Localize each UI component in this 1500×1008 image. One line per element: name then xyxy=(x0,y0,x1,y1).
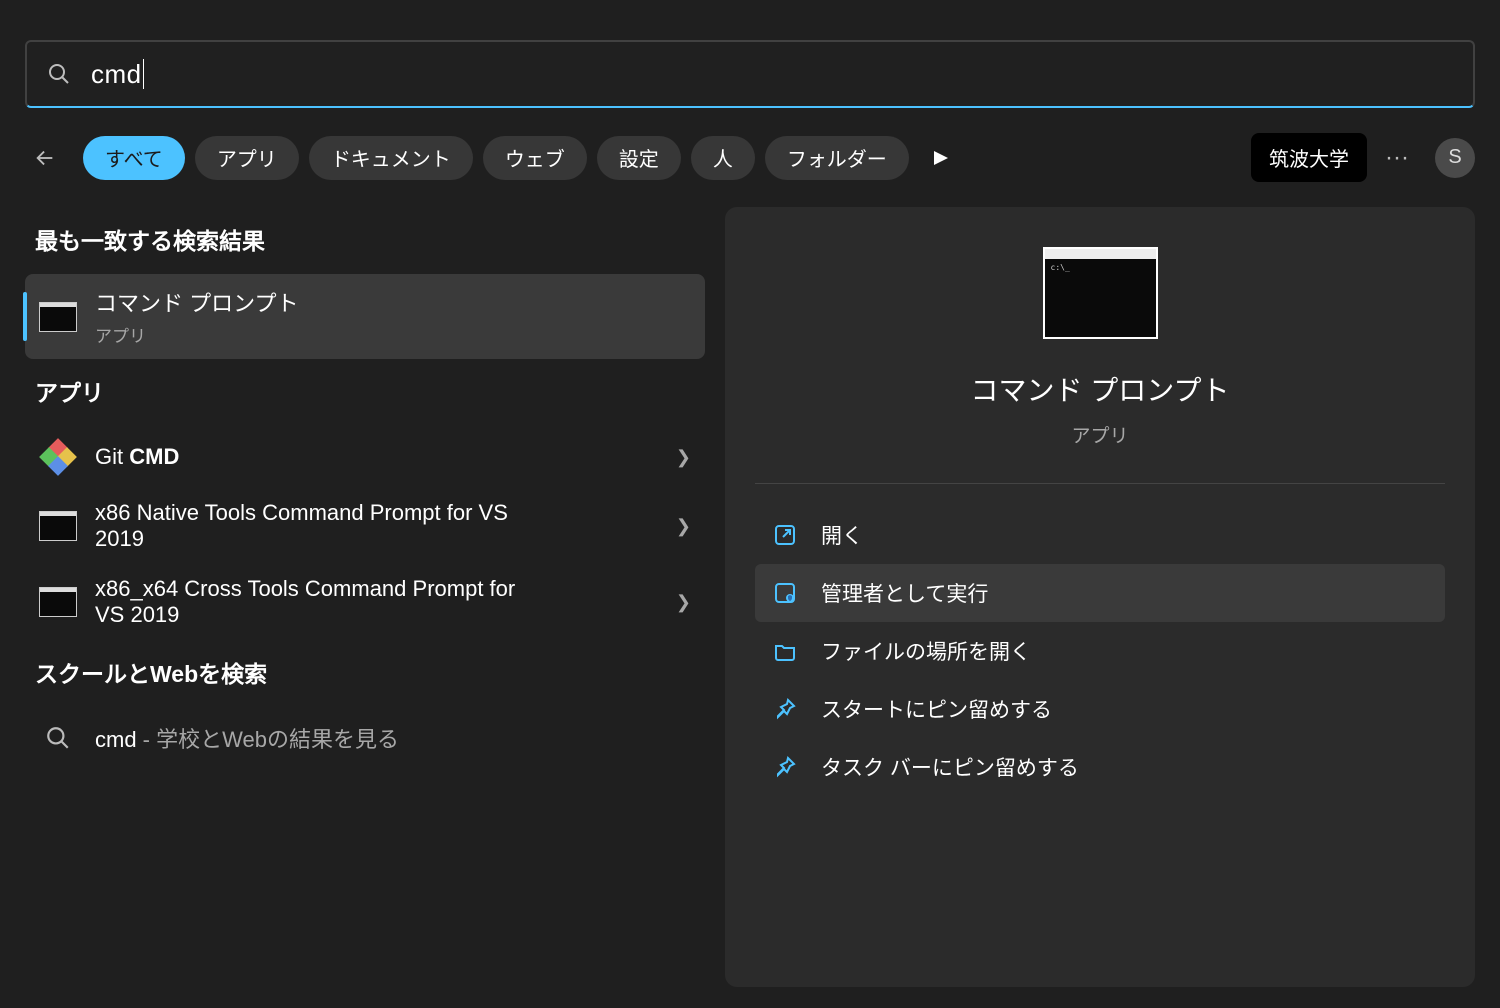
text-cursor xyxy=(143,59,144,89)
pin-icon xyxy=(771,695,799,723)
result-title: cmd - 学校とWebの結果を見る xyxy=(95,722,691,754)
action-pin-taskbar[interactable]: タスク バーにピン留めする xyxy=(755,738,1445,796)
action-label: スタートにピン留めする xyxy=(821,694,1052,724)
best-match-result[interactable]: コマンド プロンプト アプリ xyxy=(25,274,705,359)
tab-label: 設定 xyxy=(619,143,659,172)
details-panel: コマンド プロンプト アプリ 開く 管理者として実行 ファイルの場所を開く ス xyxy=(725,207,1475,987)
filter-tabs: すべて アプリ ドキュメント ウェブ 設定 人 フォルダー 筑波大学 ··· S xyxy=(0,128,1500,207)
tab-label: 人 xyxy=(713,143,733,172)
chevron-right-icon: ❯ xyxy=(676,516,691,537)
web-result[interactable]: cmd - 学校とWebの結果を見る xyxy=(25,707,705,757)
result-title: コマンド プロンプト xyxy=(95,286,691,318)
tab-label: アプリ xyxy=(217,143,277,172)
action-open-location[interactable]: ファイルの場所を開く xyxy=(755,622,1445,680)
action-pin-start[interactable]: スタートにピン留めする xyxy=(755,680,1445,738)
details-title: コマンド プロンプト xyxy=(755,369,1445,409)
user-avatar[interactable]: S xyxy=(1435,138,1475,178)
more-button[interactable]: ··· xyxy=(1377,144,1417,172)
open-icon xyxy=(771,521,799,549)
action-label: ファイルの場所を開く xyxy=(821,636,1031,666)
cmd-icon xyxy=(39,507,77,545)
action-open[interactable]: 開く xyxy=(755,506,1445,564)
search-icon xyxy=(39,719,77,757)
app-result-vs-x86[interactable]: x86 Native Tools Command Prompt for VS 2… xyxy=(25,488,705,564)
chevron-right-icon: ❯ xyxy=(676,592,691,613)
cmd-icon xyxy=(39,583,77,621)
result-category: アプリ xyxy=(95,322,691,347)
divider xyxy=(755,483,1445,484)
tab-web[interactable]: ウェブ xyxy=(483,136,587,180)
tab-all[interactable]: すべて xyxy=(83,136,185,180)
back-button[interactable] xyxy=(25,138,65,178)
pin-icon xyxy=(771,753,799,781)
tab-settings[interactable]: 設定 xyxy=(597,136,681,180)
tab-more-arrow[interactable] xyxy=(919,136,963,180)
details-category: アプリ xyxy=(755,421,1445,448)
tab-people[interactable]: 人 xyxy=(691,136,755,180)
org-chip[interactable]: 筑波大学 xyxy=(1251,133,1367,182)
result-title: x86_x64 Cross Tools Command Prompt for V… xyxy=(95,576,535,628)
action-label: 開く xyxy=(821,520,863,550)
tab-label: ドキュメント xyxy=(331,143,451,172)
search-bar[interactable]: cmd xyxy=(25,40,1475,108)
section-apps-heading: アプリ xyxy=(35,374,695,408)
section-web-heading: スクールとWebを検索 xyxy=(35,655,695,689)
app-result-git-cmd[interactable]: Git CMD ❯ xyxy=(25,426,705,488)
app-result-vs-x86-x64[interactable]: x86_x64 Cross Tools Command Prompt for V… xyxy=(25,564,705,640)
action-run-as-admin[interactable]: 管理者として実行 xyxy=(755,564,1445,622)
section-best-heading: 最も一致する検索結果 xyxy=(35,222,695,256)
tab-label: すべて xyxy=(105,143,163,172)
tab-label: フォルダー xyxy=(787,143,887,172)
cmd-icon xyxy=(39,298,77,336)
folder-icon xyxy=(771,637,799,665)
app-thumbnail xyxy=(1043,247,1158,339)
search-query: cmd xyxy=(91,59,142,90)
result-title: Git CMD xyxy=(95,444,676,470)
shield-icon xyxy=(771,579,799,607)
tab-folders[interactable]: フォルダー xyxy=(765,136,909,180)
tab-documents[interactable]: ドキュメント xyxy=(309,136,473,180)
chevron-right-icon: ❯ xyxy=(676,447,691,468)
results-panel: 最も一致する検索結果 コマンド プロンプト アプリ アプリ Git CMD ❯ xyxy=(25,207,705,987)
play-icon xyxy=(934,151,948,165)
search-icon xyxy=(47,62,71,86)
action-label: 管理者として実行 xyxy=(821,578,988,608)
action-label: タスク バーにピン留めする xyxy=(821,752,1079,782)
result-title: x86 Native Tools Command Prompt for VS 2… xyxy=(95,500,515,552)
tab-label: ウェブ xyxy=(505,143,565,172)
tab-apps[interactable]: アプリ xyxy=(195,136,299,180)
git-icon xyxy=(39,438,77,476)
